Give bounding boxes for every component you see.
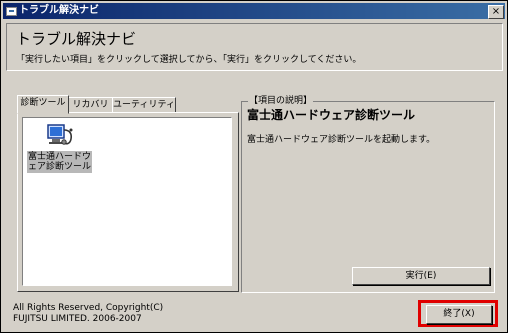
tool-list[interactable]: 富士通ハードウ ェア診断ツール [22, 117, 232, 286]
description-title: 富士通ハードウェア診断ツール [247, 108, 416, 122]
end-button[interactable]: 終了(X) [426, 305, 492, 324]
close-button[interactable]: × [488, 5, 504, 19]
title-bar[interactable]: トラブル解決ナビ × [3, 3, 505, 19]
header-panel: トラブル解決ナビ 「実行したい項目」をクリックして選択してから、「実行」をクリッ… [6, 23, 503, 71]
window-title: トラブル解決ナビ [19, 5, 99, 16]
page-title: トラブル解決ナビ [16, 30, 137, 48]
tab-utility[interactable]: ユーティリティ [112, 97, 176, 113]
app-icon [6, 7, 17, 16]
description-text: 富士通ハードウェア診断ツールを起動します。 [247, 135, 436, 145]
app-window: トラブル解決ナビ × トラブル解決ナビ 「実行したい項目」をクリックして選択して… [0, 0, 508, 333]
run-button[interactable]: 実行(E) [352, 267, 490, 285]
computer-stethoscope-icon [42, 122, 76, 150]
tab-panel: 富士通ハードウ ェア診断ツール [17, 112, 239, 292]
description-legend: 【項目の説明】 [248, 95, 314, 107]
description-group: 【項目の説明】 富士通ハードウェア診断ツール 富士通ハードウェア診断ツールを起動… [241, 95, 495, 293]
instruction-text: 「実行したい項目」をクリックして選択してから、「実行」をクリックしてください。 [16, 55, 362, 65]
list-item-hardware-diagnostic[interactable]: 富士通ハードウ ェア診断ツール [27, 122, 93, 173]
tab-recovery[interactable]: リカバリ [68, 97, 113, 113]
copyright-text: All Rights Reserved, Copyright(C) FUJITS… [13, 303, 164, 324]
tool-label: 富士通ハードウ ェア診断ツール [27, 151, 93, 173]
tab-diagnostic-tools[interactable]: 診断ツール [17, 95, 69, 114]
